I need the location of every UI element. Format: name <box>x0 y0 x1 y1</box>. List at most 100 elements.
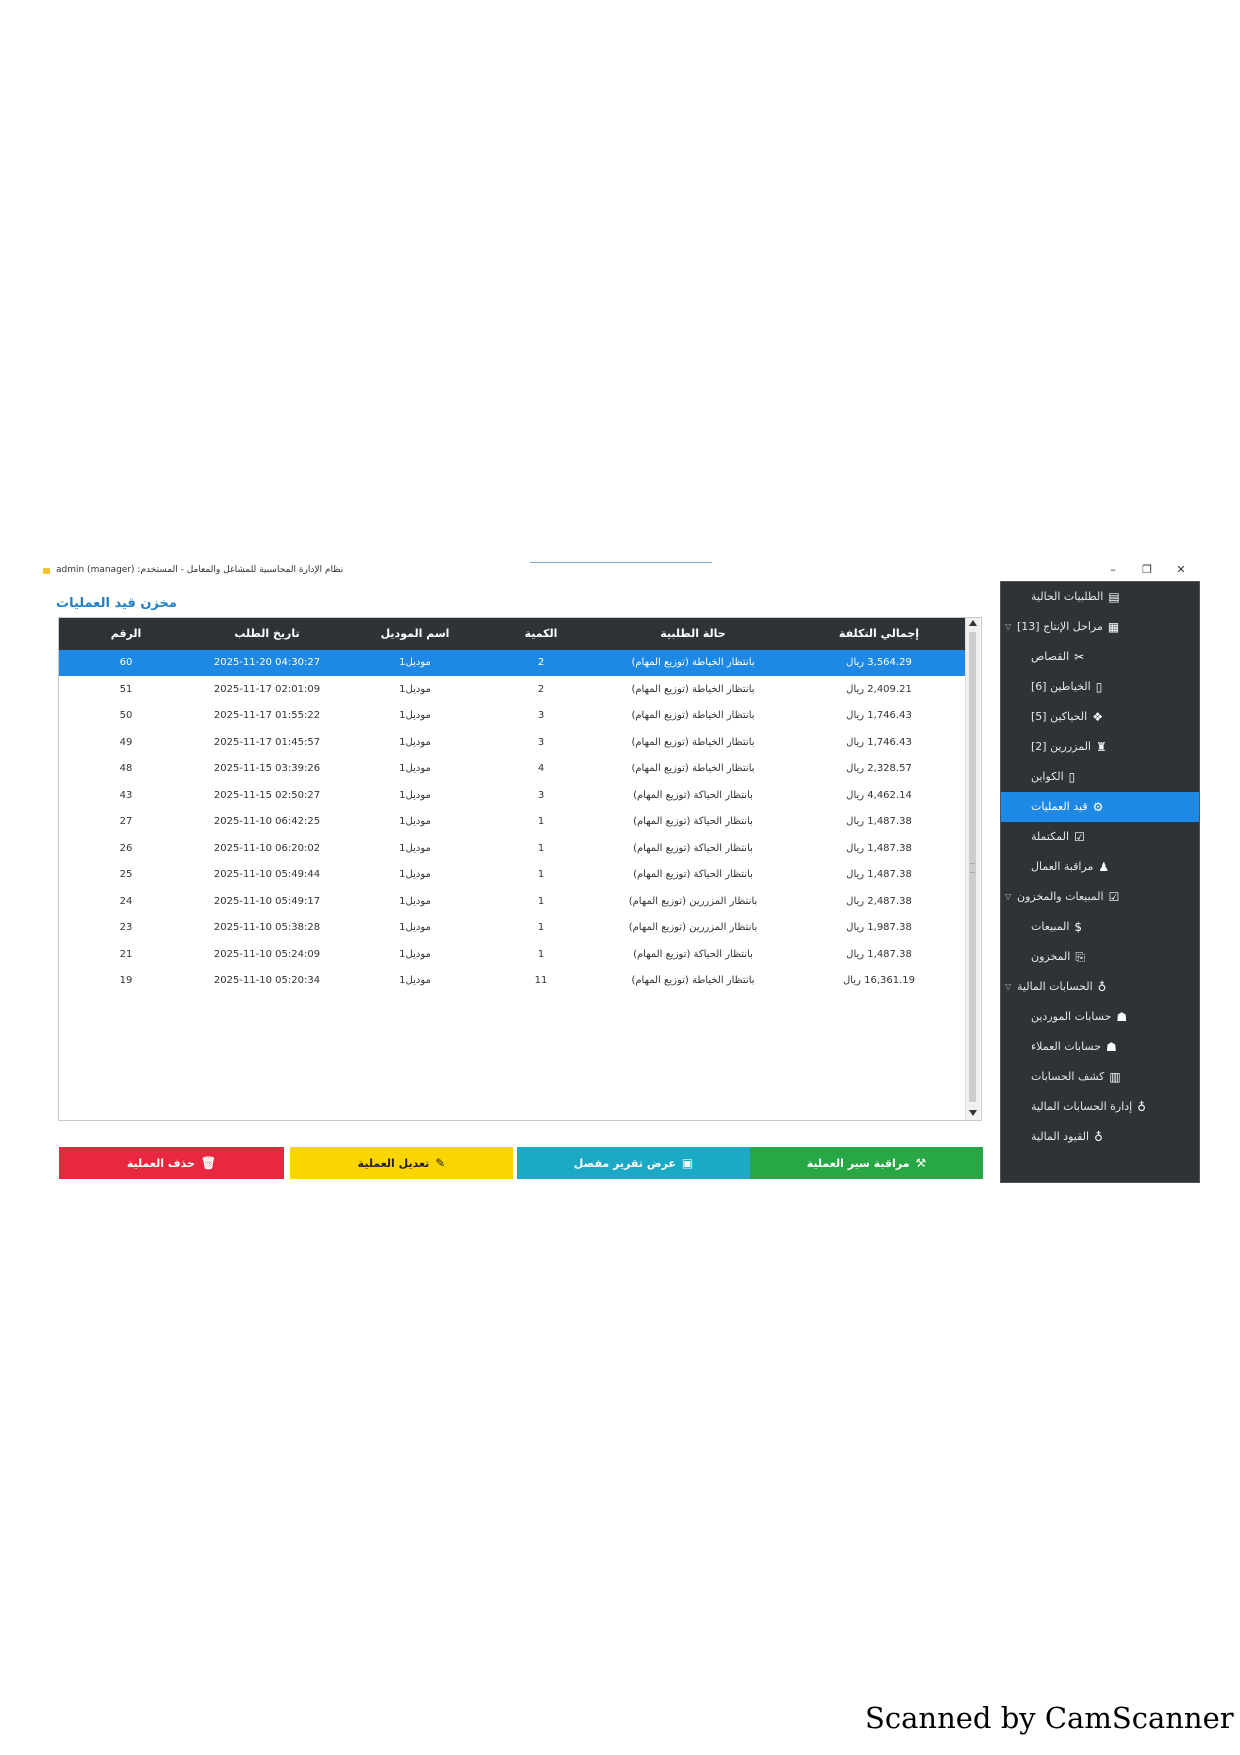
cell-date: 2025-11-10 06:20:02 <box>213 842 321 854</box>
sales-inventory-icon: ☑ <box>1108 890 1120 904</box>
sidebar-item[interactable]: ❖ الحياكين [5] <box>1001 702 1199 732</box>
cell-cost: 16,361.19 ريال <box>842 975 915 986</box>
scroll-down-icon[interactable] <box>969 1110 977 1116</box>
accounts-manage-icon: ♁ <box>1137 1100 1147 1114</box>
cell-model: موديل1 <box>399 948 431 960</box>
sidebar-item[interactable]: ⎘ المخزون <box>1001 942 1199 972</box>
cell-id: 25 <box>119 869 133 880</box>
column-header-quantity[interactable]: الكمية <box>489 618 593 650</box>
cell-status: بانتظار الخياطة (توزيع المهام) <box>631 683 755 695</box>
worker-monitor-icon: ⚒ <box>915 1156 927 1170</box>
table-header: الرقم تاريخ الطلب اسم الموديل الكمية حال… <box>59 618 965 650</box>
monitor-operation-label: مراقبة سير العملية <box>806 1156 910 1170</box>
sidebar-item[interactable]: ▥ كشف الحسابات <box>1001 1062 1199 1092</box>
dollar-icon: $ <box>1074 920 1083 934</box>
column-header-status[interactable]: حالة الطلبية <box>593 618 793 650</box>
sidebar-item[interactable]: ☑ المكتملة <box>1001 822 1199 852</box>
inventory-icon: ⎘ <box>1075 950 1085 964</box>
cell-id: 26 <box>119 842 133 854</box>
sidebar-item-content: ☗ حسابات الموردين <box>1031 1002 1127 1032</box>
table-row[interactable]: 21 2025-11-10 05:24:09 موديل1 1 بانتظار الحي… <box>59 942 965 968</box>
sidebar-item-label: المبيعات والمخزون <box>1017 890 1104 903</box>
sidebar-item[interactable]: ☗ حسابات العملاء <box>1001 1032 1199 1062</box>
table-row[interactable]: 50 2025-11-17 01:55:22 موديل1 3 بانتظار الخي… <box>59 703 965 729</box>
chevron-down-icon[interactable]: ▽ <box>1005 882 1011 912</box>
column-header-cost[interactable]: إجمالي التكلفة <box>793 618 965 650</box>
sidebar-item-content: ♜ المزررين [2] <box>1031 732 1107 762</box>
table-row[interactable]: 23 2025-11-10 05:38:28 موديل1 1 بانتظار المز… <box>59 915 965 941</box>
cell-status: بانتظار الحياكة (توزيع المهام) <box>633 816 753 827</box>
close-button[interactable]: ✕ <box>1172 563 1190 577</box>
table-row[interactable]: 24 2025-11-10 05:49:17 موديل1 1 بانتظار المز… <box>59 889 965 915</box>
cell-quantity: 1 <box>537 816 545 827</box>
cell-status: بانتظار الخياطة (توزيع المهام) <box>631 710 755 721</box>
table-row[interactable]: 26 2025-11-10 06:20:02 موديل1 1 بانتظار الحي… <box>59 836 965 862</box>
sidebar-item[interactable]: ✂ القصاص <box>1001 642 1199 672</box>
column-header-date[interactable]: تاريخ الطلب <box>193 618 341 650</box>
table-row[interactable]: 19 2025-11-10 05:20:34 موديل1 11 بانتظار الخ… <box>59 968 965 994</box>
table-row[interactable]: 60 2025-11-20 04:30:27 موديل1 2 بانتظار الخي… <box>59 650 965 676</box>
table-row[interactable]: 43 2025-11-15 02:50:27 موديل1 3 بانتظار الحي… <box>59 783 965 809</box>
column-header-id[interactable]: الرقم <box>59 618 193 650</box>
scroll-grip-icon <box>970 863 975 873</box>
cell-model: موديل1 <box>399 869 431 880</box>
cell-model: موديل1 <box>399 763 431 774</box>
table-row[interactable]: 25 2025-11-10 05:49:44 موديل1 1 بانتظار الحي… <box>59 862 965 888</box>
table-row[interactable]: 51 2025-11-17 02:01:09 موديل1 2 بانتظار الخي… <box>59 677 965 703</box>
scroll-up-icon[interactable] <box>969 620 977 626</box>
sidebar-item[interactable]: ▯ الكواين <box>1001 762 1199 792</box>
cell-model: موديل1 <box>399 789 431 801</box>
cell-quantity: 1 <box>537 842 545 854</box>
sidebar-item-label: الحسابات المالية <box>1017 980 1093 993</box>
button-worker-icon: ♜ <box>1095 740 1107 754</box>
cell-cost: 1,746.43 ريال <box>846 736 912 748</box>
chevron-down-icon[interactable]: ▽ <box>1005 972 1011 1002</box>
cell-id: 23 <box>119 922 133 933</box>
cell-id: 49 <box>119 736 133 748</box>
sidebar-item-content: ▯ الخياطين [6] <box>1031 672 1102 702</box>
edit-operation-button[interactable]: ✎ تعديل العملية <box>290 1147 513 1179</box>
cell-id: 24 <box>119 895 133 907</box>
sidebar-item-label: الكواين <box>1031 770 1064 783</box>
scanner-watermark: Scanned by CamScanner <box>865 1701 1234 1735</box>
sidebar-item[interactable]: ▤ الطلبيات الحالية <box>1001 582 1199 612</box>
sidebar-item[interactable]: ▽ ♁ الحسابات المالية <box>1001 972 1199 1002</box>
detailed-report-button[interactable]: ▣ عرض تقرير مفصل <box>517 1147 750 1179</box>
sidebar-item[interactable]: ▽ ☑ المبيعات والمخزون <box>1001 882 1199 912</box>
cell-status: بانتظار الخياطة (توزيع المهام) <box>631 657 755 668</box>
table-row[interactable]: 48 2025-11-15 03:39:26 موديل1 4 بانتظار الخي… <box>59 756 965 782</box>
cell-date: 2025-11-20 04:30:27 <box>213 657 321 668</box>
cell-date: 2025-11-10 05:24:09 <box>213 948 321 960</box>
cell-status: بانتظار الخياطة (توزيع المهام) <box>631 763 755 774</box>
table-row[interactable]: 49 2025-11-17 01:45:57 موديل1 3 بانتظار الخي… <box>59 730 965 756</box>
delete-operation-button[interactable]: 🗑 حذف العملية <box>59 1147 284 1179</box>
cell-status: بانتظار الحياكة (توزيع المهام) <box>633 842 753 854</box>
sidebar-item[interactable]: ▯ الخياطين [6] <box>1001 672 1199 702</box>
column-header-model[interactable]: اسم الموديل <box>341 618 489 650</box>
vertical-scrollbar[interactable] <box>965 618 980 1120</box>
suppliers-icon: ☗ <box>1116 1010 1128 1024</box>
sidebar-item-label: المزررين [2] <box>1031 740 1091 753</box>
minimize-button[interactable]: – <box>1104 563 1122 577</box>
sidebar-item-label: الطلبيات الحالية <box>1031 590 1104 603</box>
sidebar-item-content: ❖ الحياكين [5] <box>1031 702 1103 732</box>
chevron-down-icon[interactable]: ▽ <box>1005 612 1011 642</box>
sidebar-item-content: ☑ المبيعات والمخزون <box>1017 882 1119 912</box>
sidebar-item[interactable]: ♜ المزررين [2] <box>1001 732 1199 762</box>
maximize-button[interactable]: ❐ <box>1138 563 1156 577</box>
sidebar-item[interactable]: ♟ مراقبة العمال <box>1001 852 1199 882</box>
sidebar-item[interactable]: ▽ ▦ مراحل الإنتاج [13] <box>1001 612 1199 642</box>
sidebar-item[interactable]: $ المبيعات <box>1001 912 1199 942</box>
sidebar-item[interactable]: ♁ إدارة الحسابات المالية <box>1001 1092 1199 1122</box>
sidebar-item-label: إدارة الحسابات المالية <box>1031 1100 1133 1113</box>
sidebar-item-content: ☑ المكتملة <box>1031 822 1085 852</box>
cell-quantity: 2 <box>537 683 545 695</box>
monitor-operation-button[interactable]: ⚒ مراقبة سير العملية <box>750 1147 983 1179</box>
operations-table: الرقم تاريخ الطلب اسم الموديل الكمية حال… <box>58 617 982 1121</box>
cell-model: موديل1 <box>399 736 431 748</box>
cell-date: 2025-11-10 05:49:44 <box>213 869 321 880</box>
sidebar-item[interactable]: ♁ القيود المالية <box>1001 1122 1199 1152</box>
sidebar-item[interactable]: ⚙ قيد العمليات <box>1001 792 1199 822</box>
sidebar-item[interactable]: ☗ حسابات الموردين <box>1001 1002 1199 1032</box>
table-row[interactable]: 27 2025-11-10 06:42:25 موديل1 1 بانتظار الحي… <box>59 809 965 835</box>
